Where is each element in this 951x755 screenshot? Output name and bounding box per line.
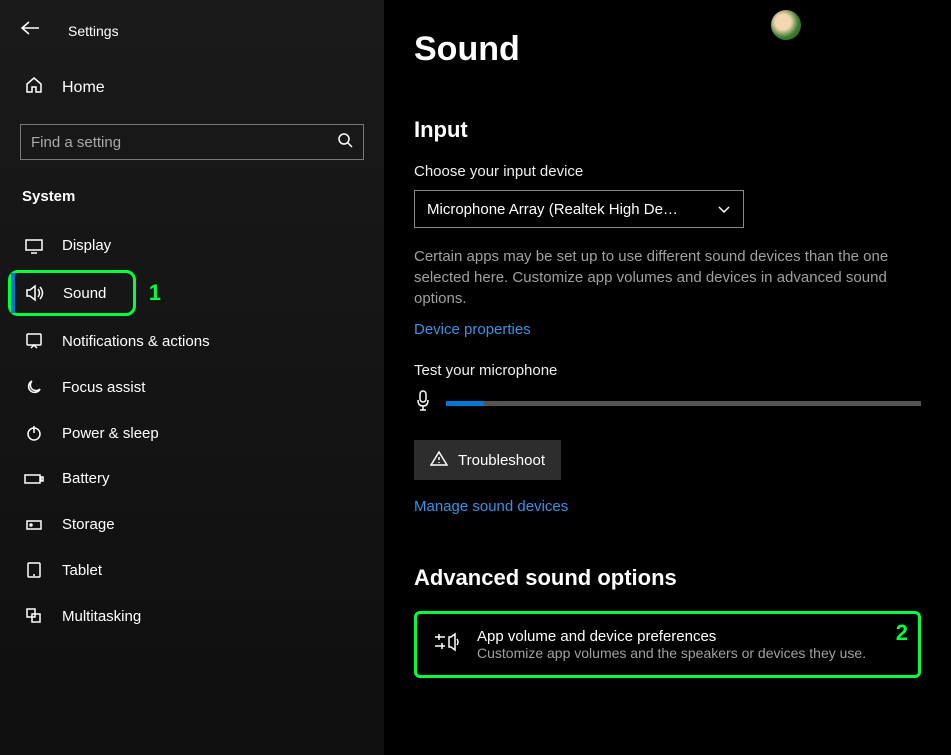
sidebar-item-label: Battery	[62, 470, 110, 487]
display-icon	[24, 238, 44, 254]
sidebar-item-label: Power & sleep	[62, 425, 159, 442]
search-box[interactable]	[20, 124, 364, 160]
troubleshoot-label: Troubleshoot	[458, 452, 545, 469]
sidebar-item-label: Storage	[62, 516, 115, 533]
battery-icon	[24, 472, 44, 486]
advanced-heading: Advanced sound options	[414, 565, 921, 591]
app-volume-preferences[interactable]: App volume and device preferences Custom…	[417, 614, 918, 675]
sidebar-item-focus-assist[interactable]: Focus assist	[0, 364, 384, 410]
troubleshoot-button[interactable]: Troubleshoot	[414, 440, 561, 480]
sidebar-item-multitasking[interactable]: Multitasking	[0, 593, 384, 639]
warning-icon	[430, 450, 448, 470]
sidebar-item-display[interactable]: Display	[0, 223, 384, 268]
multitasking-icon	[24, 607, 44, 625]
annotation-1: 1	[149, 280, 161, 306]
search-input[interactable]	[31, 134, 337, 151]
header-row: Settings	[0, 12, 384, 61]
device-properties-link[interactable]: Device properties	[414, 321, 531, 338]
tablet-icon	[24, 561, 44, 579]
sidebar-item-label: Focus assist	[62, 379, 145, 396]
sidebar-item-label: Tablet	[62, 562, 102, 579]
mic-level-fill	[446, 401, 484, 406]
mic-test-row	[414, 389, 921, 418]
home-label: Home	[62, 79, 105, 97]
sidebar-item-label: Display	[62, 237, 111, 254]
selected-device-text: Microphone Array (Realtek High De…	[427, 201, 678, 218]
sidebar-item-sound[interactable]: Sound 1	[8, 270, 136, 316]
category-header: System	[0, 182, 384, 223]
advanced-item-text: App volume and device preferences Custom…	[477, 628, 866, 661]
advanced-item-desc: Customize app volumes and the speakers o…	[477, 645, 866, 661]
sliders-icon	[433, 631, 459, 658]
home-icon	[24, 75, 44, 100]
sidebar-item-notifications[interactable]: Notifications & actions	[0, 318, 384, 364]
sidebar-item-power[interactable]: Power & sleep	[0, 410, 384, 456]
sidebar: Settings Home System Display Sound 1 Not…	[0, 0, 384, 755]
chevron-down-icon	[717, 201, 731, 218]
sound-icon	[25, 284, 45, 302]
sidebar-item-label: Notifications & actions	[62, 333, 210, 350]
input-heading: Input	[414, 117, 921, 143]
sidebar-item-label: Multitasking	[62, 608, 141, 625]
app-title: Settings	[68, 23, 119, 39]
sidebar-item-label: Sound	[63, 285, 106, 302]
advanced-item-highlight: App volume and device preferences Custom…	[414, 611, 921, 678]
focus-assist-icon	[24, 378, 44, 396]
avatar	[771, 10, 801, 40]
input-device-select[interactable]: Microphone Array (Realtek High De…	[414, 190, 744, 228]
choose-device-label: Choose your input device	[414, 163, 921, 180]
page-title: Sound	[414, 30, 921, 69]
test-mic-label: Test your microphone	[414, 362, 921, 379]
storage-icon	[24, 515, 44, 533]
sidebar-item-battery[interactable]: Battery	[0, 456, 384, 501]
notifications-icon	[24, 332, 44, 350]
home-nav[interactable]: Home	[0, 61, 384, 114]
sidebar-item-storage[interactable]: Storage	[0, 501, 384, 547]
annotation-2: 2	[896, 620, 908, 646]
manage-devices-link[interactable]: Manage sound devices	[414, 498, 568, 515]
input-description: Certain apps may be set up to use differ…	[414, 246, 921, 309]
back-button[interactable]	[20, 20, 40, 41]
main-content: Sound Input Choose your input device Mic…	[384, 0, 951, 755]
sidebar-item-tablet[interactable]: Tablet	[0, 547, 384, 593]
search-icon	[337, 132, 353, 153]
power-icon	[24, 424, 44, 442]
advanced-item-title: App volume and device preferences	[477, 628, 866, 645]
microphone-icon	[414, 389, 432, 418]
mic-level-bar	[446, 401, 921, 406]
